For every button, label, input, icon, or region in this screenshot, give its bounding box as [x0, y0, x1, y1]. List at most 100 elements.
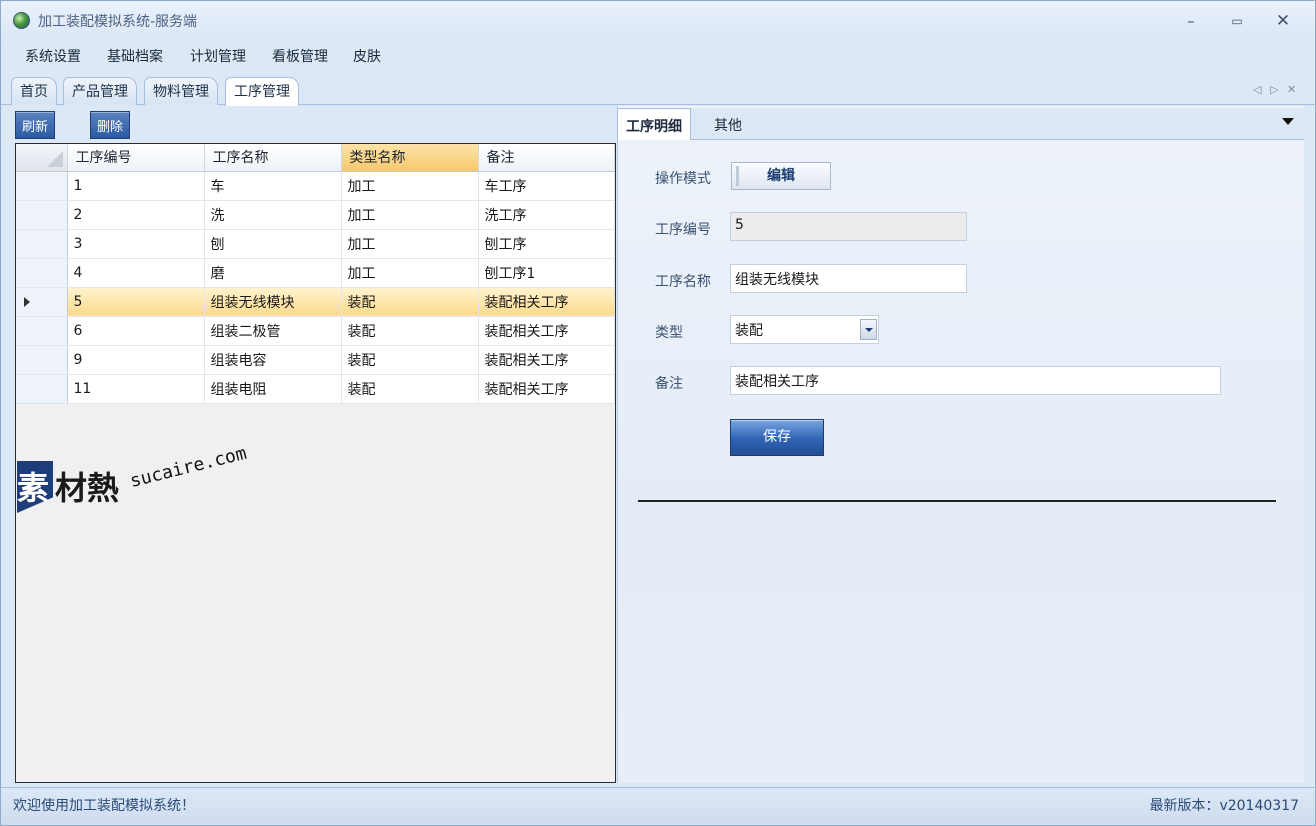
refresh-button[interactable]: 刷新 — [15, 111, 56, 139]
column-header-name[interactable]: 工序名称 — [204, 144, 342, 172]
tab-home[interactable]: 首页 — [11, 77, 57, 105]
row-header[interactable] — [16, 200, 68, 230]
cell-code[interactable]: 3 — [67, 229, 205, 259]
cell-type[interactable]: 装配 — [341, 374, 479, 404]
cell-type[interactable]: 装配 — [341, 345, 479, 375]
tab-process-management[interactable]: 工序管理 — [225, 77, 299, 106]
edit-mode-toggle[interactable]: 编辑 — [731, 162, 831, 190]
row-header[interactable] — [16, 287, 68, 317]
cell-code[interactable]: 11 — [67, 374, 205, 404]
remark-label: 备注 — [655, 376, 683, 392]
chevron-down-icon[interactable] — [1282, 118, 1294, 125]
column-header-remark[interactable]: 备注 — [478, 144, 615, 172]
cell-remark[interactable]: 装配相关工序 — [478, 374, 615, 404]
cell-remark[interactable]: 刨工序1 — [478, 258, 615, 288]
process-list-panel: 刷新 删除 工序编号 工序名称 类型名称 备注 1 车加工 车工序 2 洗加工 洗工序 3 刨… — [13, 106, 616, 783]
mode-label: 操作模式 — [655, 171, 711, 187]
close-button[interactable]: ✕ — [1269, 9, 1297, 33]
cell-name[interactable]: 车 — [204, 171, 342, 201]
type-label: 类型 — [655, 325, 683, 341]
tab-product-management[interactable]: 产品管理 — [63, 77, 137, 105]
cell-name[interactable]: 刨 — [204, 229, 342, 259]
table-row[interactable]: 3 刨加工 刨工序 — [16, 229, 615, 259]
table-row[interactable]: 11 组装电阻 装配 装配相关工序 — [16, 374, 615, 404]
cell-name[interactable]: 组装电阻 — [204, 374, 342, 404]
version-label: 最新版本：v20140317 — [1149, 798, 1299, 814]
detail-tabs: 工序明细 其他 — [617, 108, 1304, 140]
cell-code[interactable]: 9 — [67, 345, 205, 375]
table-row[interactable]: 6 组装二极管 装配 装配相关工序 — [16, 316, 615, 346]
row-header[interactable] — [16, 345, 68, 375]
table-row[interactable]: 4 磨加工 刨工序1 — [16, 258, 615, 288]
cell-code[interactable]: 2 — [67, 200, 205, 230]
type-select-value: 装配 — [735, 323, 763, 339]
cell-remark[interactable]: 装配相关工序 — [478, 316, 615, 346]
row-header[interactable] — [16, 171, 68, 201]
minimize-button[interactable]: – — [1177, 9, 1205, 33]
cell-name[interactable]: 洗 — [204, 200, 342, 230]
chevron-down-icon[interactable] — [860, 319, 877, 340]
cell-code[interactable]: 6 — [67, 316, 205, 346]
row-header[interactable] — [16, 258, 68, 288]
code-label: 工序编号 — [655, 222, 711, 238]
name-label: 工序名称 — [655, 274, 711, 290]
process-detail-panel: 工序明细 其他 操作模式 编辑 工序编号 5 工序名称 组装无线模块 类型 装配… — [617, 106, 1304, 783]
tab-other[interactable]: 其他 — [706, 108, 750, 140]
cell-name[interactable]: 组装无线模块 — [204, 287, 342, 317]
watermark-chars: 材熱 — [55, 469, 120, 507]
app-window: 加工装配模拟系统-服务端 – ▭ ✕ 系统设置 基础档案 计划管理 看板管理 皮… — [0, 0, 1316, 826]
cell-name[interactable]: 磨 — [204, 258, 342, 288]
document-tabs: 首页 产品管理 物料管理 工序管理 ◁ ▷ ✕ — [1, 71, 1315, 106]
welcome-message: 欢迎使用加工装配模拟系统！ — [13, 798, 195, 814]
delete-button[interactable]: 删除 — [90, 111, 131, 139]
type-select[interactable]: 装配 — [730, 315, 879, 344]
menu-system-settings[interactable]: 系统设置 — [25, 46, 81, 66]
row-header[interactable] — [16, 374, 68, 404]
tab-scroll-right-icon[interactable]: ▷ — [1270, 83, 1278, 96]
row-header[interactable] — [16, 316, 68, 346]
remark-field[interactable]: 装配相关工序 — [730, 366, 1221, 395]
menu-plan-management[interactable]: 计划管理 — [190, 46, 246, 66]
cell-type[interactable]: 装配 — [341, 287, 479, 317]
cell-code[interactable]: 4 — [67, 258, 205, 288]
cell-name[interactable]: 组装电容 — [204, 345, 342, 375]
cell-type[interactable]: 加工 — [341, 171, 479, 201]
table-row[interactable]: 1 车加工 车工序 — [16, 171, 615, 201]
cell-name[interactable]: 组装二极管 — [204, 316, 342, 346]
grid-corner[interactable] — [16, 144, 68, 172]
table-row[interactable]: 9 组装电容 装配 装配相关工序 — [16, 345, 615, 375]
current-row-arrow-icon — [24, 296, 30, 307]
column-header-code[interactable]: 工序编号 — [67, 144, 205, 172]
watermark-char: 素 — [17, 469, 50, 507]
cell-type[interactable]: 加工 — [341, 200, 479, 230]
cell-remark[interactable]: 刨工序 — [478, 229, 615, 259]
code-field[interactable]: 5 — [730, 212, 967, 241]
row-header[interactable] — [16, 229, 68, 259]
maximize-button[interactable]: ▭ — [1223, 9, 1251, 33]
name-field[interactable]: 组装无线模块 — [730, 264, 967, 293]
tab-material-management[interactable]: 物料管理 — [144, 77, 218, 105]
tab-process-detail[interactable]: 工序明细 — [617, 108, 691, 140]
column-header-type[interactable]: 类型名称 — [341, 144, 479, 172]
cell-code[interactable]: 1 — [67, 171, 205, 201]
tab-close-icon[interactable]: ✕ — [1287, 83, 1296, 96]
cell-type[interactable]: 装配 — [341, 316, 479, 346]
menu-bar: 系统设置 基础档案 计划管理 看板管理 皮肤 — [1, 41, 1315, 71]
cell-type[interactable]: 加工 — [341, 258, 479, 288]
menu-skin[interactable]: 皮肤 — [353, 46, 381, 66]
cell-remark[interactable]: 洗工序 — [478, 200, 615, 230]
tab-scroll-left-icon[interactable]: ◁ — [1253, 83, 1261, 96]
cell-type[interactable]: 加工 — [341, 229, 479, 259]
menu-base-records[interactable]: 基础档案 — [107, 46, 163, 66]
table-row[interactable]: 5 组装无线模块 装配 装配相关工序 — [16, 287, 615, 317]
table-row[interactable]: 2 洗加工 洗工序 — [16, 200, 615, 230]
cell-remark[interactable]: 装配相关工序 — [478, 345, 615, 375]
divider — [638, 500, 1276, 502]
save-button[interactable]: 保存 — [730, 419, 824, 456]
title-bar: 加工装配模拟系统-服务端 – ▭ ✕ — [1, 1, 1315, 41]
cell-remark[interactable]: 装配相关工序 — [478, 287, 615, 317]
cell-code[interactable]: 5 — [67, 287, 205, 317]
menu-kanban-management[interactable]: 看板管理 — [272, 46, 328, 66]
cell-remark[interactable]: 车工序 — [478, 171, 615, 201]
globe-icon — [13, 12, 30, 29]
